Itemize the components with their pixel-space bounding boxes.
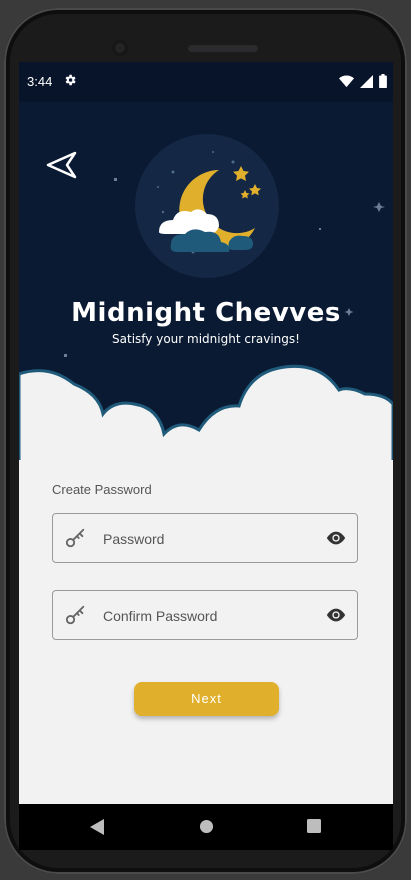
key-icon [65,528,85,548]
home-circle-icon[interactable] [199,819,214,834]
status-indicators [339,74,387,88]
status-bar: 3:44 [19,62,393,102]
key-icon [65,605,85,625]
earpiece-speaker [188,45,258,52]
wifi-icon [339,75,354,87]
app-subtitle: Satisfy your midnight cravings! [112,332,300,346]
gear-icon [65,74,76,86]
password-input[interactable] [101,514,315,564]
back-triangle-icon[interactable] [90,819,104,835]
hero-banner: Midnight Chevves Satisfy your midnight c… [19,102,393,484]
app-screen: 3:44 Midnight Chevves Satisfy your midni… [19,62,393,804]
next-button[interactable]: Next [134,682,279,716]
password-field[interactable] [52,513,358,564]
send-arrow-icon[interactable] [45,150,79,180]
recents-square-icon[interactable] [307,819,321,833]
app-title: Midnight Chevves [71,298,341,328]
eye-icon[interactable] [325,528,347,548]
eye-icon[interactable] [325,605,347,625]
cloud-divider [19,364,393,484]
status-time: 3:44 [27,74,53,89]
battery-icon [379,74,387,88]
front-camera [112,40,128,56]
section-label: Create Password [52,482,152,497]
confirm-password-field[interactable] [52,590,358,641]
confirm-password-input[interactable] [101,591,315,641]
signal-icon [360,74,373,88]
moon-cloud-stars-logo [135,134,279,278]
system-nav-bar [19,804,393,850]
